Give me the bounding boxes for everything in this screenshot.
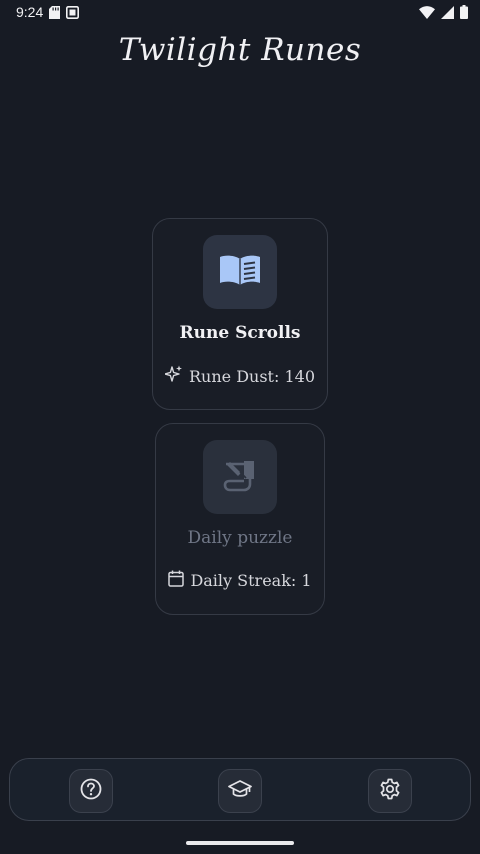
mode-card-rune-scrolls[interactable]: Rune Scrolls Rune Dust: 140 (152, 218, 328, 410)
status-right (419, 5, 468, 19)
card-icon-tile (203, 235, 277, 309)
mode-card-daily-puzzle[interactable]: Daily puzzle Daily Streak: 1 (155, 423, 325, 615)
help-icon (80, 778, 102, 804)
help-button[interactable] (69, 769, 113, 813)
learn-button[interactable] (218, 769, 262, 813)
app-title: Twilight Runes (118, 32, 362, 68)
status-left: 9:24 (16, 4, 80, 20)
open-book-icon (219, 254, 261, 290)
screen-icon (66, 5, 80, 19)
card-icon-tile (203, 440, 277, 514)
bottom-nav (9, 758, 471, 821)
card-title: Rune Scrolls (179, 323, 301, 343)
wifi-icon (419, 5, 435, 19)
rune-dust-stat: Rune Dust: 140 (164, 365, 315, 387)
daily-streak-text: Daily Streak: 1 (190, 571, 312, 590)
settings-button[interactable] (368, 769, 412, 813)
scroll-quill-icon (222, 458, 258, 496)
battery-icon (460, 5, 468, 19)
sd-card-icon (49, 5, 61, 19)
gear-icon (379, 778, 401, 804)
card-title: Daily puzzle (187, 528, 293, 548)
calendar-icon (168, 570, 185, 591)
status-bar: 9:24 (0, 0, 480, 24)
graduation-cap-icon (228, 779, 252, 803)
rune-dust-text: Rune Dust: 140 (189, 366, 315, 386)
status-time: 9:24 (16, 4, 44, 20)
gesture-bar[interactable] (186, 841, 294, 845)
signal-icon (441, 5, 454, 19)
daily-streak-stat: Daily Streak: 1 (168, 570, 312, 591)
sparkles-icon (164, 365, 183, 387)
